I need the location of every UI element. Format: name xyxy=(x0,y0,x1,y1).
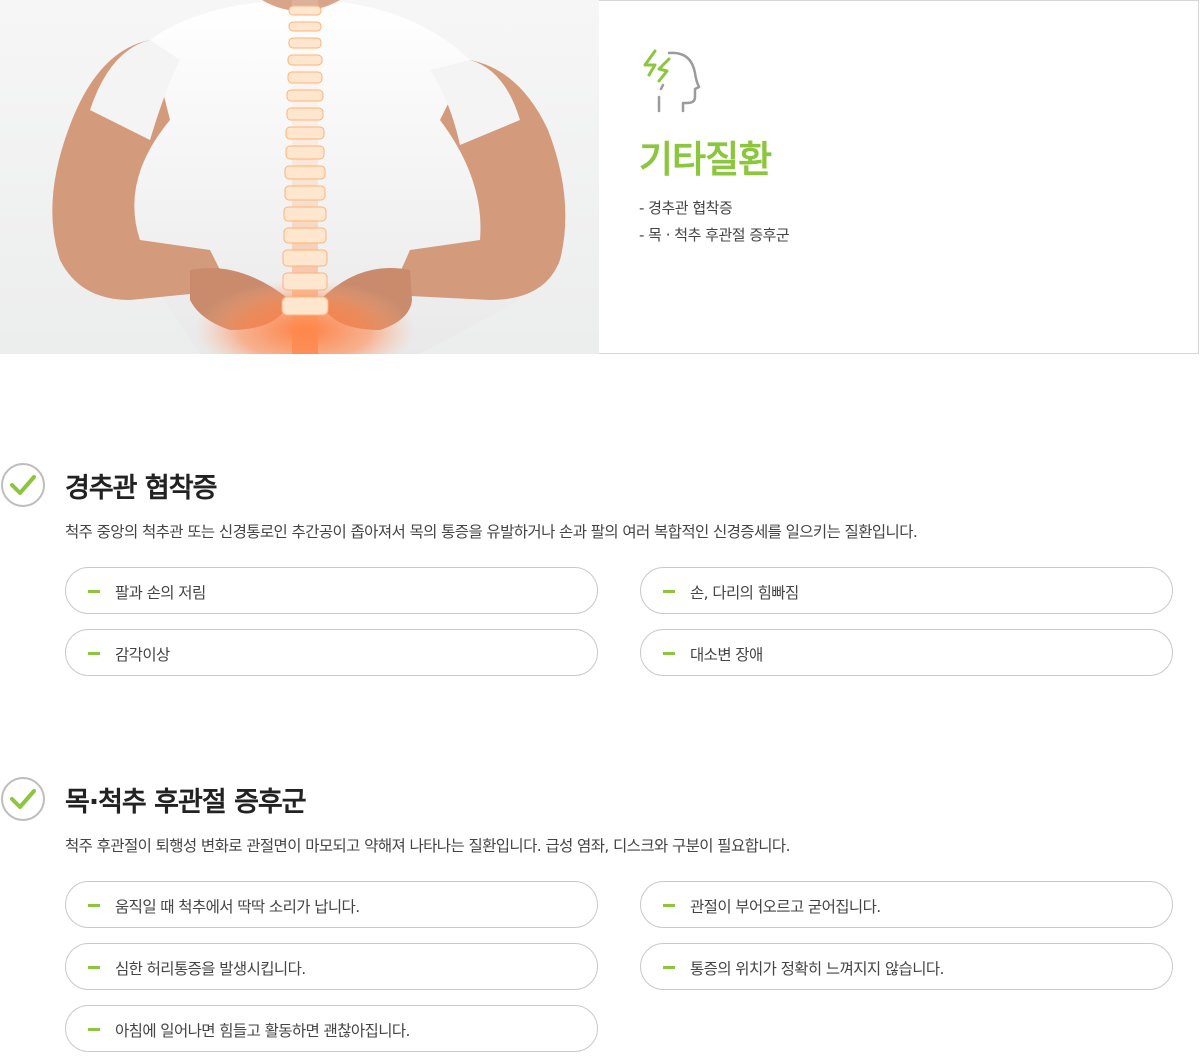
dash-icon xyxy=(663,590,675,593)
check-circle-icon xyxy=(1,777,45,821)
symptom-item: 팔과 손의 저림 xyxy=(65,567,598,614)
symptom-text: 아침에 일어나면 힘들고 활동하면 괜찮아집니다. xyxy=(115,1022,410,1040)
hero-title: 기타질환 xyxy=(639,138,772,181)
back-pain-illustration xyxy=(52,0,566,354)
dash-icon xyxy=(88,652,100,655)
section-description: 척주 중앙의 척추관 또는 신경통로인 추간공이 좁아져서 목의 통증을 유발하… xyxy=(65,523,918,541)
back-pain-photo xyxy=(0,0,599,354)
symptom-text: 움직일 때 척추에서 딱딱 소리가 납니다. xyxy=(115,898,360,916)
section-description: 척주 후관절이 퇴행성 변화로 관절면이 마모되고 약해져 나타나는 질환입니다… xyxy=(65,837,791,855)
symptom-text: 손, 다리의 힘빠짐 xyxy=(690,584,799,602)
hero-condition-item: - 경추관 협착증 xyxy=(639,199,733,217)
dash-icon xyxy=(88,1028,100,1031)
symptom-text: 감각이상 xyxy=(115,646,170,664)
head-lightning-icon xyxy=(643,49,701,113)
symptom-text: 통증의 위치가 정확히 느껴지지 않습니다. xyxy=(690,960,944,978)
symptom-item: 대소변 장애 xyxy=(640,629,1173,676)
hero-banner: 기타질환 - 경추관 협착증 - 목 · 척추 후관절 증후군 xyxy=(0,0,1200,354)
hero-condition-item: - 목 · 척추 후관절 증후군 xyxy=(639,226,790,244)
symptom-item: 아침에 일어나면 힘들고 활동하면 괜찮아집니다. xyxy=(65,1005,598,1052)
symptom-item: 감각이상 xyxy=(65,629,598,676)
dash-icon xyxy=(663,904,675,907)
dash-icon xyxy=(88,904,100,907)
section-title: 경추관 협착증 xyxy=(65,473,217,504)
symptom-item: 관절이 부어오르고 굳어집니다. xyxy=(640,881,1173,928)
section-title: 목·척추 후관절 증후군 xyxy=(65,787,307,818)
symptom-item: 손, 다리의 힘빠짐 xyxy=(640,567,1173,614)
symptom-text: 팔과 손의 저림 xyxy=(115,584,206,602)
symptom-item: 움직일 때 척추에서 딱딱 소리가 납니다. xyxy=(65,881,598,928)
symptom-item: 통증의 위치가 정확히 느껴지지 않습니다. xyxy=(640,943,1173,990)
symptom-text: 관절이 부어오르고 굳어집니다. xyxy=(690,898,881,916)
symptom-item: 심한 허리통증을 발생시킵니다. xyxy=(65,943,598,990)
check-circle-icon xyxy=(1,463,45,507)
hero-condition-list: - 경추관 협착증 - 목 · 척추 후관절 증후군 xyxy=(639,195,790,249)
dash-icon xyxy=(663,652,675,655)
hero-info-panel: 기타질환 - 경추관 협착증 - 목 · 척추 후관절 증후군 xyxy=(599,0,1199,354)
symptom-text: 심한 허리통증을 발생시킵니다. xyxy=(115,960,306,978)
symptom-text: 대소변 장애 xyxy=(690,646,763,664)
dash-icon xyxy=(88,966,100,969)
dash-icon xyxy=(88,590,100,593)
dash-icon xyxy=(663,966,675,969)
